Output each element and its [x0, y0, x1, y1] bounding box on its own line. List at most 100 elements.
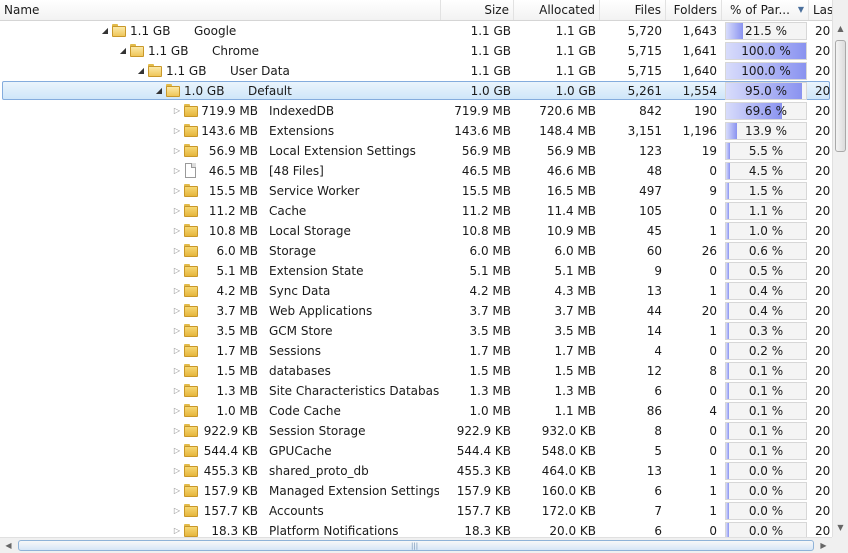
- row-name: databases: [269, 364, 331, 378]
- expand-arrow-icon[interactable]: ▷: [172, 401, 182, 421]
- expand-arrow-icon[interactable]: ▷: [172, 321, 182, 341]
- scroll-left-arrow-icon[interactable]: ◀: [0, 538, 17, 553]
- column-header-name[interactable]: Name: [0, 0, 441, 20]
- expand-arrow-icon[interactable]: ▷: [172, 381, 182, 401]
- row-size: 3.7 MB: [469, 304, 511, 318]
- expand-arrow-icon[interactable]: ▷: [172, 461, 182, 481]
- tree-row[interactable]: ▷ 46.5 MB [48 Files] 46.5 MB 46.6 MB 48 0 4.5 %…: [0, 161, 832, 181]
- tree-row[interactable]: ◢ 1.1 GB Google 1.1 GB 1.1 GB 5,720 1,643 21.5 …: [0, 21, 832, 41]
- column-header-percent[interactable]: % of Par... ▼: [722, 0, 809, 20]
- tree-row[interactable]: ▷ 1.5 MB databases 1.5 MB 1.5 MB 12 8 0.1 % 20: [0, 361, 832, 381]
- expand-arrow-icon[interactable]: ▷: [172, 441, 182, 461]
- folder-open-icon: [130, 44, 144, 57]
- row-name: Local Extension Settings: [269, 144, 416, 158]
- column-header-allocated[interactable]: Allocated: [514, 0, 600, 20]
- tree-row[interactable]: ▷ 3.5 MB GCM Store 3.5 MB 3.5 MB 14 1 0.3 % 20: [0, 321, 832, 341]
- scroll-up-arrow-icon[interactable]: ▲: [833, 20, 848, 37]
- column-header-folders[interactable]: Folders: [666, 0, 722, 20]
- expand-arrow-icon[interactable]: ▷: [172, 241, 182, 261]
- collapse-arrow-icon[interactable]: ◢: [100, 21, 110, 41]
- tree-row[interactable]: ▷ 719.9 MB IndexedDB 719.9 MB 720.6 MB 842 190…: [0, 101, 832, 121]
- tree-row[interactable]: ▷ 157.7 KB Accounts 157.7 KB 172.0 KB 7 1 0.0 %…: [0, 501, 832, 521]
- tree-row[interactable]: ▷ 4.2 MB Sync Data 4.2 MB 4.3 MB 13 1 0.4 % 20: [0, 281, 832, 301]
- row-allocated: 1.0 GB: [555, 84, 596, 98]
- row-size-label: 544.4 KB: [203, 444, 258, 458]
- tree-row[interactable]: ◢ 1.0 GB Default 1.0 GB 1.0 GB 5,261 1,554 95.0…: [0, 81, 832, 101]
- tree-row[interactable]: ▷ 157.9 KB Managed Extension Settings 157.9…: [0, 481, 832, 501]
- horizontal-scrollbar[interactable]: ◀ ||| ▶: [0, 537, 832, 553]
- tree-row[interactable]: ◢ 1.1 GB User Data 1.1 GB 1.1 GB 5,715 1,640 10…: [0, 61, 832, 81]
- horizontal-scroll-thumb[interactable]: |||: [18, 540, 814, 551]
- row-name: Code Cache: [269, 404, 341, 418]
- vertical-scrollbar[interactable]: ▲ ▼: [832, 0, 848, 537]
- percent-bar: 1.0 %: [725, 222, 807, 240]
- expand-arrow-icon[interactable]: ▷: [172, 521, 182, 537]
- row-size-label: 3.7 MB: [216, 304, 258, 318]
- percent-bar: 0.6 %: [725, 242, 807, 260]
- percent-text: 4.5 %: [748, 164, 784, 178]
- tree-row[interactable]: ▷ 11.2 MB Cache 11.2 MB 11.4 MB 105 0 1.1 % 20: [0, 201, 832, 221]
- row-files: 7: [654, 504, 662, 518]
- row-size: 1.3 MB: [469, 384, 511, 398]
- row-last-modified: 20: [815, 444, 831, 458]
- column-header-folders-label: Folders: [673, 3, 717, 17]
- row-files: 5,715: [627, 44, 662, 58]
- scrollbar-corner: [832, 537, 848, 553]
- expand-arrow-icon[interactable]: ▷: [172, 181, 182, 201]
- tree-row[interactable]: ▷ 455.3 KB shared_proto_db 455.3 KB 464.0 KB…: [0, 461, 832, 481]
- collapse-arrow-icon[interactable]: ◢: [118, 41, 128, 61]
- vertical-scroll-thumb[interactable]: [835, 40, 846, 152]
- expand-arrow-icon[interactable]: ▷: [172, 201, 182, 221]
- expand-arrow-icon[interactable]: ▷: [172, 101, 182, 121]
- tree-row[interactable]: ▷ 922.9 KB Session Storage 922.9 KB 932.0 KB…: [0, 421, 832, 441]
- column-header-size[interactable]: Size: [441, 0, 514, 20]
- row-name: Google: [194, 24, 237, 38]
- expand-arrow-icon[interactable]: ▷: [172, 281, 182, 301]
- column-header-files-label: Files: [634, 3, 661, 17]
- row-last-modified: 20: [815, 264, 831, 278]
- row-files: 44: [646, 304, 662, 318]
- scroll-down-arrow-icon[interactable]: ▼: [833, 519, 848, 536]
- expand-arrow-icon[interactable]: ▷: [172, 481, 182, 501]
- row-size: 1.5 MB: [469, 364, 511, 378]
- row-size-label: 5.1 MB: [216, 264, 258, 278]
- tree-row[interactable]: ◢ 1.1 GB Chrome 1.1 GB 1.1 GB 5,715 1,641 100.0…: [0, 41, 832, 61]
- row-size-label: 10.8 MB: [208, 224, 258, 238]
- percent-bar: 0.1 %: [725, 382, 807, 400]
- column-header-files[interactable]: Files: [600, 0, 666, 20]
- tree-row[interactable]: ▷ 1.0 MB Code Cache 1.0 MB 1.1 MB 86 4 0.1 % 20: [0, 401, 832, 421]
- tree-list-view[interactable]: Name Size Allocated Files Folders % of P…: [0, 0, 848, 553]
- tree-row[interactable]: ▷ 544.4 KB GPUCache 544.4 KB 548.0 KB 5 0 0.1 %…: [0, 441, 832, 461]
- expand-arrow-icon[interactable]: ▷: [172, 341, 182, 361]
- tree-row[interactable]: ▷ 3.7 MB Web Applications 3.7 MB 3.7 MB 44 20 0…: [0, 301, 832, 321]
- tree-row[interactable]: ▷ 1.3 MB Site Characteristics Database 1.3 …: [0, 381, 832, 401]
- expand-arrow-icon[interactable]: ▷: [172, 141, 182, 161]
- expand-arrow-icon[interactable]: ▷: [172, 361, 182, 381]
- expand-arrow-icon[interactable]: ▷: [172, 121, 182, 141]
- expand-arrow-icon[interactable]: ▷: [172, 421, 182, 441]
- expand-arrow-icon[interactable]: ▷: [172, 501, 182, 521]
- tree-row[interactable]: ▷ 1.7 MB Sessions 1.7 MB 1.7 MB 4 0 0.2 % 20: [0, 341, 832, 361]
- tree-row[interactable]: ▷ 6.0 MB Storage 6.0 MB 6.0 MB 60 26 0.6 % 20: [0, 241, 832, 261]
- tree-row[interactable]: ▷ 18.3 KB Platform Notifications 18.3 KB 20.…: [0, 521, 832, 537]
- row-last-modified: 20: [815, 204, 831, 218]
- row-allocated: 1.1 GB: [555, 64, 596, 78]
- column-header-size-label: Size: [484, 3, 509, 17]
- row-size-label: 157.9 KB: [203, 484, 258, 498]
- collapse-arrow-icon[interactable]: ◢: [136, 61, 146, 81]
- tree-row[interactable]: ▷ 56.9 MB Local Extension Settings 56.9 MB 5…: [0, 141, 832, 161]
- tree-row[interactable]: ▷ 5.1 MB Extension State 5.1 MB 5.1 MB 9 0 0.5 …: [0, 261, 832, 281]
- row-folders: 19: [701, 144, 717, 158]
- row-name: GCM Store: [269, 324, 333, 338]
- expand-arrow-icon[interactable]: ▷: [172, 221, 182, 241]
- collapse-arrow-icon[interactable]: ◢: [154, 81, 164, 101]
- tree-row[interactable]: ▷ 143.6 MB Extensions 143.6 MB 148.4 MB 3,151…: [0, 121, 832, 141]
- tree-row[interactable]: ▷ 10.8 MB Local Storage 10.8 MB 10.9 MB 45 1 1.…: [0, 221, 832, 241]
- row-folders: 0: [709, 204, 717, 218]
- expand-arrow-icon[interactable]: ▷: [172, 161, 182, 181]
- expand-arrow-icon[interactable]: ▷: [172, 301, 182, 321]
- expand-arrow-icon[interactable]: ▷: [172, 261, 182, 281]
- scroll-right-arrow-icon[interactable]: ▶: [815, 538, 832, 553]
- row-size-label: 1.3 MB: [216, 384, 258, 398]
- tree-row[interactable]: ▷ 15.5 MB Service Worker 15.5 MB 16.5 MB 497 9…: [0, 181, 832, 201]
